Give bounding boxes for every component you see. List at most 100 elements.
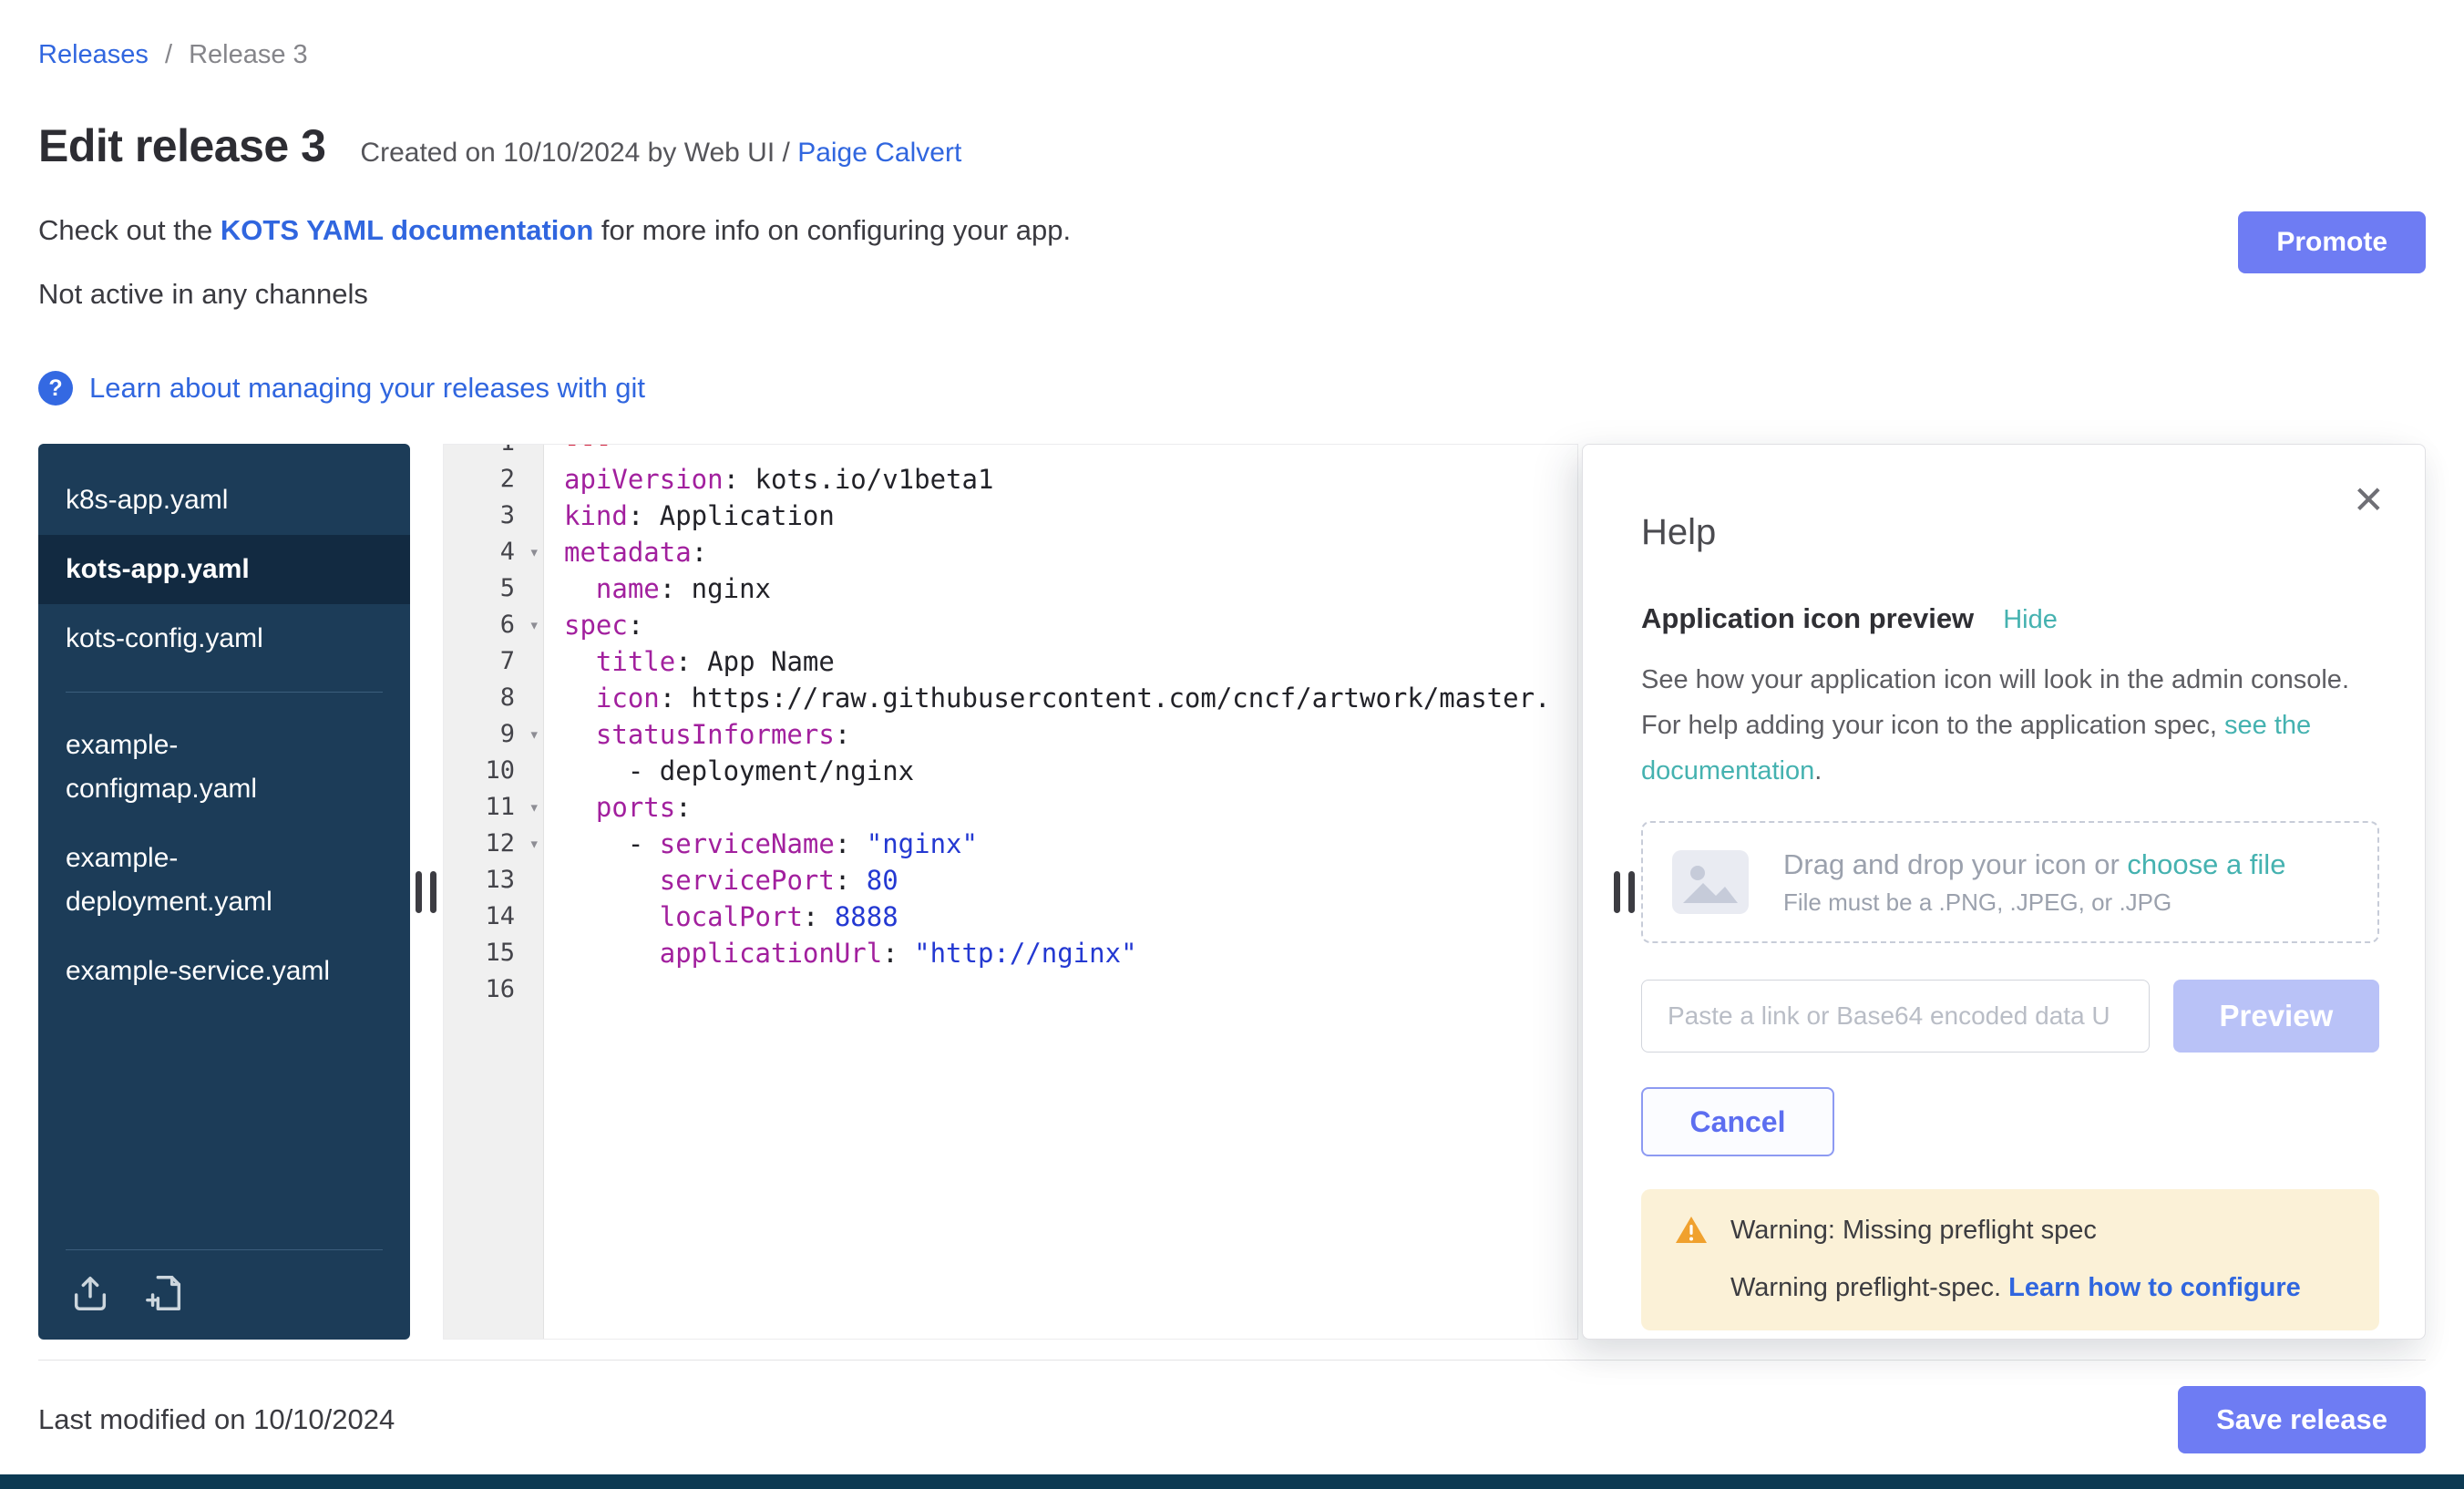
code-text[interactable]: kind: Application [544, 498, 1577, 534]
breadcrumb-separator: / [165, 40, 172, 69]
code-text[interactable]: localPort: 8888 [544, 899, 1577, 935]
code-text[interactable]: name: nginx [544, 570, 1577, 607]
fold-caret-icon[interactable]: ▾ [529, 826, 539, 862]
editor-line[interactable]: 1--- [444, 444, 1577, 461]
editor-line[interactable]: 6▾spec: [444, 607, 1577, 643]
warning-icon [1674, 1215, 1709, 1246]
help-resize-handle[interactable] [1614, 871, 1635, 913]
created-author-link[interactable]: Paige Calvert [797, 138, 961, 168]
code-text[interactable]: ports: [544, 789, 1577, 826]
code-text[interactable]: icon: https://raw.githubusercontent.com/… [544, 680, 1577, 716]
file-tree-item[interactable]: k8s-app.yaml [38, 466, 410, 535]
warning-text: Warning: Missing preflight spec [1730, 1216, 2097, 1246]
doc-line-prefix: Check out the [38, 214, 221, 246]
code-text[interactable]: spec: [544, 607, 1577, 643]
help-circle-icon: ? [38, 371, 73, 406]
page-title: Edit release 3 [38, 119, 325, 172]
breadcrumb-releases-link[interactable]: Releases [38, 40, 149, 69]
cancel-button[interactable]: Cancel [1641, 1087, 1834, 1156]
code-text[interactable]: - serviceName: "nginx" [544, 826, 1577, 862]
editor-line[interactable]: 9▾ statusInformers: [444, 716, 1577, 753]
line-number: 13 [444, 862, 544, 899]
breadcrumb: Releases / Release 3 [38, 0, 2426, 70]
promote-button[interactable]: Promote [2238, 211, 2426, 273]
icon-preview-header: Application icon preview Hide [1641, 602, 2379, 635]
editor-line[interactable]: 4▾metadata: [444, 534, 1577, 570]
editor-line[interactable]: 11▾ ports: [444, 789, 1577, 826]
upload-file-icon[interactable] [69, 1272, 111, 1314]
file-name: kots-app.yaml [66, 548, 250, 591]
sidebar-resize-handle[interactable] [416, 871, 436, 913]
last-modified: Last modified on 10/10/2024 [38, 1403, 395, 1436]
code-text[interactable] [544, 971, 1577, 1008]
file-tree-divider [66, 692, 383, 693]
icon-preview-description: See how your application icon will look … [1641, 657, 2379, 794]
footer: Last modified on 10/10/2024 Save release [38, 1360, 2426, 1453]
file-tree-item[interactable]: example-deployment.yaml [38, 824, 410, 937]
line-number: 16 [444, 971, 544, 1008]
editor-line[interactable]: 13 servicePort: 80 [444, 862, 1577, 899]
file-tree-item[interactable]: kots-app.yaml [38, 535, 410, 604]
description-suffix: . [1814, 756, 1822, 786]
git-help-link[interactable]: ? Learn about managing your releases wit… [38, 371, 2426, 406]
editor-line[interactable]: 12▾ - serviceName: "nginx" [444, 826, 1577, 862]
git-link-text[interactable]: Learn about managing your releases with … [89, 372, 645, 405]
file-name: example-deployment.yaml [66, 837, 350, 924]
line-number: 11▾ [444, 789, 544, 826]
editor-line[interactable]: 16 [444, 971, 1577, 1008]
code-text[interactable]: title: App Name [544, 643, 1577, 680]
fold-caret-icon[interactable]: ▾ [529, 534, 539, 570]
file-name: k8s-app.yaml [66, 478, 228, 522]
icon-preview-title: Application icon preview [1641, 602, 1974, 635]
file-tree: k8s-app.yaml kots-app.yaml kots-config.yam… [38, 444, 410, 1340]
warning-detail-text: Warning preflight-spec. [1730, 1273, 2008, 1302]
choose-file-link[interactable]: choose a file [2127, 848, 2285, 880]
code-text[interactable]: apiVersion: kots.io/v1beta1 [544, 461, 1577, 498]
editor-line[interactable]: 14 localPort: 8888 [444, 899, 1577, 935]
editor-line[interactable]: 8 icon: https://raw.githubusercontent.co… [444, 680, 1577, 716]
new-file-icon[interactable] [144, 1272, 186, 1314]
line-number: 10 [444, 753, 544, 789]
line-number: 2 [444, 461, 544, 498]
fold-caret-icon[interactable]: ▾ [529, 607, 539, 643]
file-tree-item[interactable]: example-configmap.yaml [38, 711, 410, 824]
configure-link[interactable]: Learn how to configure [2008, 1273, 2301, 1302]
workspace: k8s-app.yaml kots-app.yaml kots-config.yam… [38, 444, 2426, 1340]
fold-caret-icon[interactable]: ▾ [529, 789, 539, 826]
dropzone-text-block: Drag and drop your icon or choose a file… [1783, 848, 2285, 917]
file-name: kots-config.yaml [66, 617, 263, 661]
line-number: 1 [444, 444, 544, 461]
kots-yaml-doc-link[interactable]: KOTS YAML documentation [221, 214, 593, 246]
code-text[interactable]: servicePort: 80 [544, 862, 1577, 899]
line-number: 12▾ [444, 826, 544, 862]
code-text[interactable]: statusInformers: [544, 716, 1577, 753]
line-number: 6▾ [444, 607, 544, 643]
icon-dropzone[interactable]: Drag and drop your icon or choose a file… [1641, 821, 2379, 943]
close-icon[interactable]: ✕ [2353, 481, 2385, 519]
save-release-button[interactable]: Save release [2178, 1386, 2426, 1453]
editor-line[interactable]: 15 applicationUrl: "http://nginx" [444, 935, 1577, 971]
editor-line[interactable]: 2apiVersion: kots.io/v1beta1 [444, 461, 1577, 498]
icon-url-input[interactable] [1641, 980, 2150, 1053]
file-tree-item[interactable]: example-service.yaml [38, 937, 410, 1006]
dropzone-text-prefix: Drag and drop your icon or [1783, 848, 2127, 880]
line-number: 15 [444, 935, 544, 971]
file-tree-list: k8s-app.yaml kots-app.yaml kots-config.yam… [38, 466, 410, 1006]
file-name: example-service.yaml [66, 950, 330, 993]
code-editor[interactable]: 1---2apiVersion: kots.io/v1beta13kind: A… [443, 444, 1578, 1340]
line-number: 14 [444, 899, 544, 935]
hide-link[interactable]: Hide [2003, 605, 2058, 635]
editor-line[interactable]: 10 - deployment/nginx [444, 753, 1577, 789]
editor-line[interactable]: 7 title: App Name [444, 643, 1577, 680]
bottom-bar [0, 1474, 2464, 1489]
editor-line[interactable]: 5 name: nginx [444, 570, 1577, 607]
preview-button[interactable]: Preview [2173, 980, 2379, 1053]
code-text[interactable]: applicationUrl: "http://nginx" [544, 935, 1577, 971]
fold-caret-icon[interactable]: ▾ [529, 716, 539, 753]
file-tree-item[interactable]: kots-config.yaml [38, 604, 410, 673]
editor-line[interactable]: 3kind: Application [444, 498, 1577, 534]
code-text[interactable]: --- [544, 444, 1577, 461]
dropzone-text: Drag and drop your icon or choose a file [1783, 848, 2285, 881]
code-text[interactable]: metadata: [544, 534, 1577, 570]
code-text[interactable]: - deployment/nginx [544, 753, 1577, 789]
